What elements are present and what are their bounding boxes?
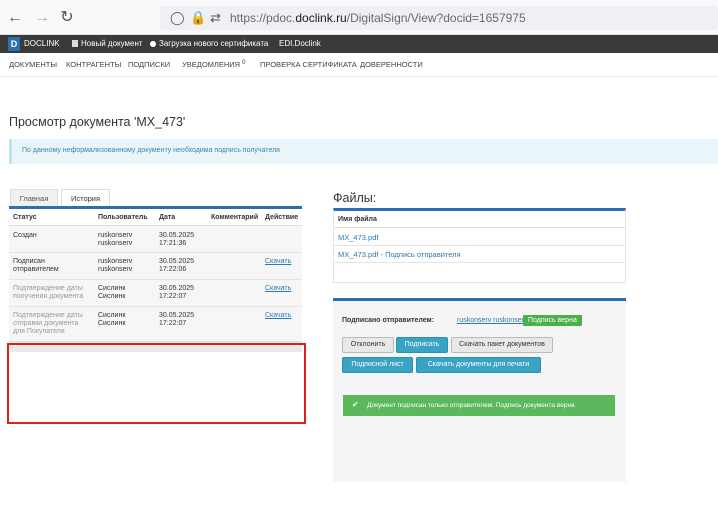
reload-icon[interactable]: ↻	[58, 9, 76, 27]
nav-notifications[interactable]: УВЕДОМЛЕНИЯ 0	[182, 60, 245, 69]
info-alert: По данному неформализованному документу …	[9, 139, 718, 164]
history-table-header: Статус Пользователь Дата Комментарий Дей…	[9, 209, 302, 226]
url-text[interactable]: https://pdoc.doclink.ru/DigitalSign/View…	[230, 11, 526, 25]
table-row: Подтверждение даты получения документа С…	[9, 280, 302, 307]
col-file-name: Имя файла	[338, 216, 377, 223]
download-link[interactable]: Скачать	[265, 312, 291, 319]
files-table: Имя файла MX_473.pdf MX_473.pdf - Подпис…	[333, 208, 626, 283]
list-item: MX_473.pdf - Подпись отправителя	[334, 246, 625, 263]
certificate-icon	[150, 41, 156, 47]
download-link[interactable]: Скачать	[265, 285, 291, 292]
nav-powers-of-attorney[interactable]: ДОВЕРЕННОСТИ	[360, 60, 423, 69]
tab-history[interactable]: История	[61, 189, 110, 207]
upload-certificate-link[interactable]: Загрузка нового сертификата	[150, 39, 268, 48]
info-alert-text: По данному неформализованному документу …	[22, 147, 280, 154]
success-text: Документ подписан только отправителем. П…	[367, 402, 575, 409]
table-row: Подтверждение даты отправки документа дл…	[9, 307, 302, 342]
address-bar[interactable]: ◯ 🔒 ⇄ https://pdoc.doclink.ru/DigitalSig…	[160, 6, 718, 30]
nav-contractors[interactable]: КОНТРАГЕНТЫ	[66, 60, 121, 69]
sign-button[interactable]: Подписать	[396, 337, 448, 353]
file-link[interactable]: MX_473.pdf - Подпись отправителя	[338, 250, 461, 259]
highlight-box	[7, 343, 306, 424]
signature-valid-badge: Подпись верна	[523, 315, 582, 326]
page-title: Просмотр документа 'MX_473'	[9, 115, 186, 129]
lock-icon[interactable]: 🔒	[190, 10, 206, 26]
check-icon: ✔	[352, 400, 359, 409]
col-status: Статус	[13, 214, 37, 221]
signature-panel: Подписано отправителем: ruskonserv rusko…	[333, 298, 626, 482]
table-row: Создан ruskonserv ruskonserv 30.05.2025 …	[9, 226, 302, 253]
forward-arrow-icon[interactable]: →	[33, 9, 51, 27]
download-package-button[interactable]: Скачать пакет документов	[451, 337, 553, 353]
files-table-header: Имя файла	[334, 211, 625, 228]
success-alert: ✔ Документ подписан только отправителем.…	[343, 395, 615, 416]
download-link[interactable]: Скачать	[265, 258, 291, 265]
browser-toolbar: ← → ↻ ◯ 🔒 ⇄ https://pdoc.doclink.ru/Digi…	[0, 0, 718, 35]
shield-icon[interactable]: ◯	[170, 10, 185, 26]
signature-sheet-button[interactable]: Подписной лист	[342, 357, 413, 373]
new-document-link[interactable]: Новый документ	[72, 39, 143, 48]
tab-main[interactable]: Главная	[10, 189, 58, 207]
signed-by-label: Подписано отправителем:	[342, 317, 435, 324]
list-item: MX_473.pdf	[334, 229, 625, 246]
edi-link[interactable]: EDI.Doclink	[279, 39, 321, 48]
col-date: Дата	[159, 214, 176, 221]
logo-text[interactable]: DOCLINK	[24, 39, 60, 48]
col-user: Пользователь	[98, 214, 148, 221]
app-topbar: D DOCLINK Новый документ Загрузка нового…	[0, 35, 718, 53]
doclink-logo-icon[interactable]: D	[8, 37, 20, 51]
notifications-count-badge: 0	[242, 60, 246, 66]
reject-button[interactable]: Отклонить	[342, 337, 394, 353]
main-nav: ДОКУМЕНТЫ КОНТРАГЕНТЫ ПОДПИСКИ УВЕДОМЛЕН…	[0, 53, 718, 77]
nav-documents[interactable]: ДОКУМЕНТЫ	[9, 60, 57, 69]
history-table: Статус Пользователь Дата Комментарий Дей…	[9, 206, 302, 342]
document-icon	[72, 40, 78, 47]
download-print-button[interactable]: Скачать документы для печати	[416, 357, 541, 373]
files-title: Файлы:	[333, 191, 377, 205]
table-row: Подписан отправителем ruskonserv ruskons…	[9, 253, 302, 280]
permissions-icon[interactable]: ⇄	[210, 10, 221, 26]
back-arrow-icon[interactable]: ←	[6, 9, 24, 27]
col-comment: Комментарий	[211, 214, 259, 221]
col-action: Действие	[265, 214, 299, 221]
nav-certificate-check[interactable]: ПРОВЕРКА СЕРТИФИКАТА	[260, 60, 357, 69]
nav-subscriptions[interactable]: ПОДПИСКИ	[128, 60, 170, 69]
file-link[interactable]: MX_473.pdf	[338, 233, 378, 242]
signer-link[interactable]: ruskonserv ruskonserv	[457, 317, 527, 324]
